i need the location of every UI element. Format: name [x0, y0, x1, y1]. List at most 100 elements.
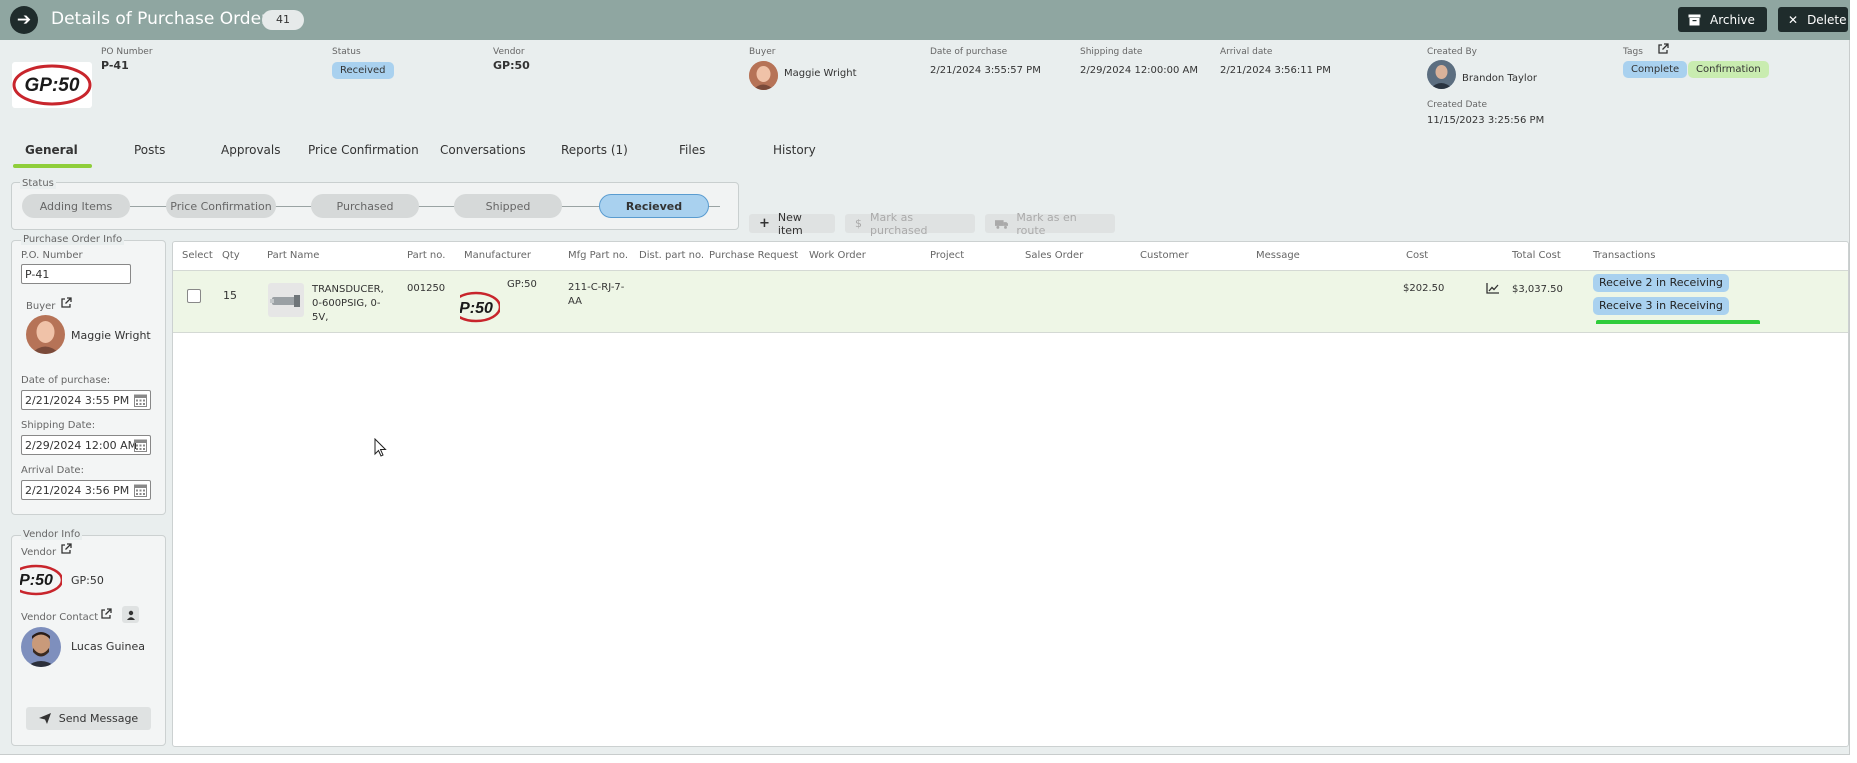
- tab-reports[interactable]: Reports (1): [561, 143, 628, 157]
- step-recieved[interactable]: Recieved: [599, 194, 709, 218]
- created-date-value: 11/15/2023 3:25:56 PM: [1427, 115, 1545, 126]
- send-icon: [38, 713, 51, 724]
- col-manufacturer: Manufacturer: [464, 250, 531, 261]
- step-shipped[interactable]: Shipped: [454, 194, 562, 218]
- tab-history[interactable]: History: [773, 143, 816, 157]
- tab-price-confirmation[interactable]: Price Confirmation: [308, 143, 419, 157]
- po-buyer-avatar: [26, 315, 65, 354]
- shipping-date-label: Shipping date: [1080, 47, 1143, 57]
- step-purchased[interactable]: Purchased: [311, 194, 419, 218]
- creator-name: Brandon Taylor: [1462, 73, 1537, 84]
- calendar-icon[interactable]: [134, 438, 147, 452]
- date-of-purchase-input[interactable]: 2/21/2024 3:55 PM: [21, 390, 151, 410]
- buyer-avatar: [749, 61, 778, 90]
- vendor-info-logo: P:50: [20, 563, 62, 597]
- buyer-label: Buyer: [749, 47, 776, 57]
- transaction-badge[interactable]: Receive 3 in Receiving: [1593, 297, 1729, 315]
- col-sales-order: Sales Order: [1025, 250, 1084, 261]
- mark-as-en-route-button[interactable]: Mark as en route: [985, 211, 1115, 237]
- plus-icon: +: [759, 216, 770, 231]
- col-purchase-request: Purchase Request: [709, 250, 799, 261]
- vendor-logo: GP:50: [12, 62, 92, 108]
- transaction-progress-bar: [1596, 320, 1760, 324]
- step-adding-items[interactable]: Adding Items: [22, 194, 130, 218]
- po-shipping-date-label: Shipping Date:: [21, 420, 96, 431]
- tab-general[interactable]: General: [25, 143, 78, 157]
- row-select-checkbox[interactable]: [187, 289, 201, 303]
- calendar-icon[interactable]: [134, 483, 147, 497]
- buyer-name: Maggie Wright: [784, 68, 857, 79]
- dollar-icon: $: [855, 217, 862, 230]
- close-icon: ✕: [1788, 12, 1799, 27]
- back-arrow-icon[interactable]: ➔: [10, 6, 38, 34]
- row-cost: $202.50: [1403, 283, 1445, 294]
- tab-approvals[interactable]: Approvals: [221, 143, 281, 157]
- delete-label: Delete: [1807, 12, 1847, 27]
- date-of-purchase-value: 2/21/2024 3:55:57 PM: [930, 65, 1041, 76]
- page-title: Details of Purchase Order: [51, 9, 269, 29]
- col-part-name: Part Name: [267, 250, 320, 261]
- arrival-date-value: 2/21/2024 3:56:11 PM: [1220, 65, 1331, 76]
- row-manufacturer: GP:50: [507, 279, 537, 290]
- active-tab-indicator: [13, 164, 92, 168]
- created-date-label: Created Date: [1427, 100, 1487, 110]
- status-label: Status: [332, 47, 361, 57]
- col-total-cost: Total Cost: [1512, 250, 1561, 261]
- shipping-date-input[interactable]: 2/29/2024 12:00 AM: [21, 435, 151, 455]
- shipping-date-value: 2/29/2024 12:00 AM: [25, 438, 138, 452]
- tags-label: Tags: [1623, 47, 1643, 57]
- transaction-badge[interactable]: Receive 2 in Receiving: [1593, 274, 1729, 292]
- col-select: Select: [182, 250, 213, 261]
- vendor-info-legend: Vendor Info: [21, 529, 83, 540]
- external-link-icon[interactable]: [100, 608, 112, 620]
- vendor-logo-text: P:50: [20, 572, 53, 589]
- date-of-purchase-value: 2/21/2024 3:55 PM: [25, 393, 130, 407]
- new-item-button[interactable]: + New item: [749, 211, 835, 237]
- status-legend: Status: [20, 178, 56, 189]
- manufacturer-logo-text: P:50: [460, 300, 493, 317]
- po-buyer-label: Buyer: [26, 301, 56, 312]
- vendor-contact-label: Vendor Contact: [21, 612, 99, 623]
- mouse-cursor-icon: [374, 438, 387, 457]
- tab-files[interactable]: Files: [679, 143, 705, 157]
- chart-line-icon[interactable]: [1486, 283, 1499, 294]
- mark-purchased-label: Mark as purchased: [870, 210, 928, 237]
- tab-conversations[interactable]: Conversations: [440, 143, 526, 157]
- arrival-date-value: 2/21/2024 3:56 PM: [25, 483, 130, 497]
- archive-label: Archive: [1710, 12, 1755, 27]
- part-thumbnail: [268, 283, 304, 317]
- tab-posts[interactable]: Posts: [134, 143, 165, 157]
- external-link-icon[interactable]: [1657, 43, 1669, 55]
- tag-complete: Complete: [1623, 61, 1688, 78]
- external-link-icon[interactable]: [60, 297, 72, 309]
- mark-as-purchased-button[interactable]: $ Mark as purchased: [845, 211, 975, 237]
- title-bar: ➔ Details of Purchase Order 41: [0, 0, 1850, 40]
- date-of-purchase-label: Date of purchase: [930, 47, 1008, 57]
- po-number-value: P-41: [101, 59, 129, 72]
- truck-icon: [995, 219, 1009, 229]
- row-qty: 15: [223, 289, 237, 302]
- status-badge: Received: [332, 62, 394, 79]
- tag-confirmation: Confirmation: [1688, 61, 1769, 78]
- calendar-icon[interactable]: [134, 393, 147, 407]
- send-message-button[interactable]: Send Message: [26, 707, 151, 730]
- vendor-contact-avatar: [21, 627, 61, 667]
- po-buyer-name: Maggie Wright: [71, 329, 151, 342]
- po-info-legend: Purchase Order Info: [21, 234, 125, 245]
- vendor-contact-name: Lucas Guinea: [71, 640, 145, 653]
- step-price-confirmation[interactable]: Price Confirmation: [166, 194, 276, 218]
- col-transactions: Transactions: [1593, 250, 1656, 261]
- archive-button-main[interactable]: Archive: [1678, 7, 1767, 32]
- vendor-info-vendor-label: Vendor: [21, 547, 57, 558]
- external-link-icon[interactable]: [60, 543, 72, 555]
- po-number-input[interactable]: P-41: [21, 264, 131, 284]
- col-cost: Cost: [1406, 250, 1429, 261]
- delete-button[interactable]: ✕ Delete: [1778, 7, 1848, 32]
- row-mfg-part-no: 211-C-RJ-7-AA: [568, 282, 625, 307]
- po-number-field-label: P.O. Number: [21, 250, 83, 261]
- new-item-label: New item: [777, 210, 803, 237]
- count-badge: 41: [262, 10, 304, 30]
- arrival-date-input[interactable]: 2/21/2024 3:56 PM: [21, 480, 151, 500]
- contact-card-button[interactable]: [122, 606, 139, 623]
- col-work-order: Work Order: [809, 250, 866, 261]
